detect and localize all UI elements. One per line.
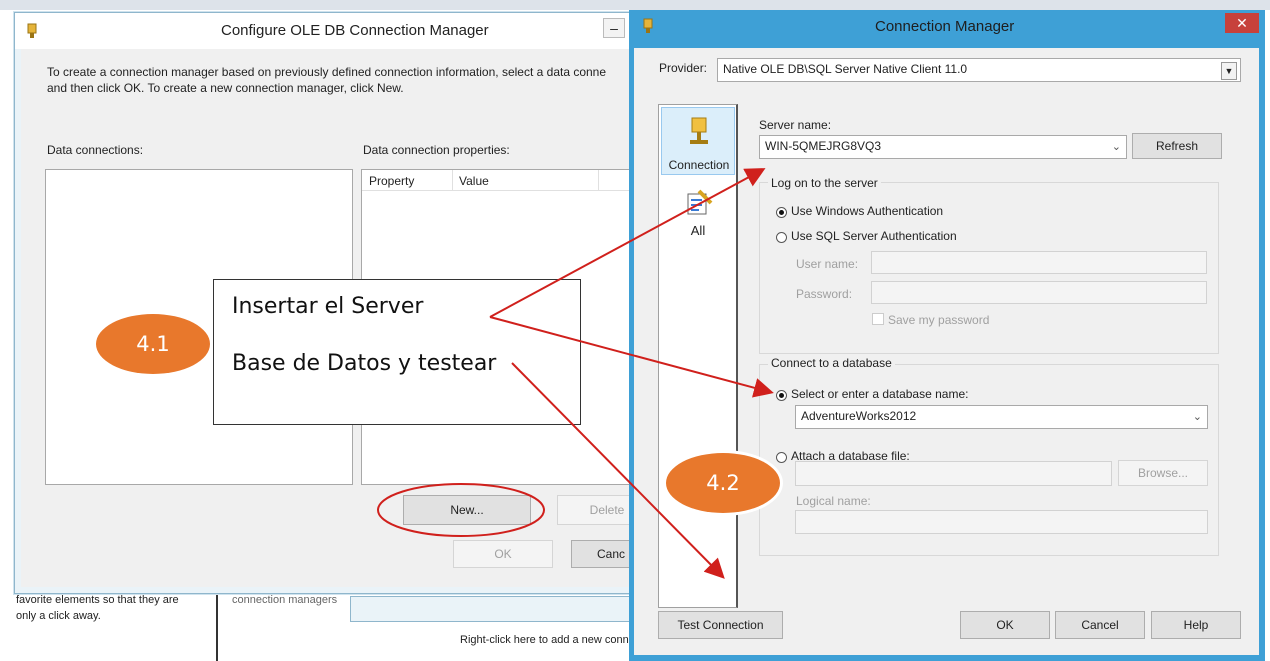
arrow-to-server-name: [489, 168, 766, 318]
arrow-to-database: [489, 316, 774, 398]
new-button-highlight: [377, 483, 545, 537]
arrow-to-test-connection: [511, 362, 725, 579]
annotation-overlay: [377, 168, 774, 579]
